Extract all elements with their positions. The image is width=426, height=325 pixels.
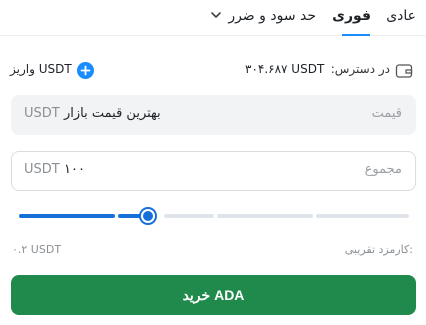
total-label: مجموع: [364, 162, 402, 177]
order-type-tabs: عادی فوری حد سود و ضرر: [0, 0, 426, 36]
slider-track-filled: [19, 214, 115, 218]
tab-take-profit-stop-loss[interactable]: حد سود و ضرر: [228, 4, 316, 28]
price-value: بهترین قیمت بازار: [64, 106, 161, 121]
slider-track-empty: [217, 214, 313, 218]
price-unit: USDT: [24, 106, 60, 121]
fee-value: ۰.۲ USDT: [12, 243, 62, 256]
tab-normal[interactable]: عادی: [386, 4, 416, 28]
wallet-icon: [395, 64, 413, 78]
slider-thumb-dot: [143, 211, 153, 221]
total-value[interactable]: ۱۰۰: [64, 162, 85, 177]
available-label: در دسترس:: [330, 62, 390, 76]
slider-track-empty: [164, 214, 214, 218]
total-unit: USDT: [24, 162, 60, 177]
fee-label: کارمزد تقریبی:: [344, 243, 413, 256]
deposit-usdt-link[interactable]: واریز USDT: [10, 62, 72, 76]
price-label: قیمت: [371, 106, 402, 121]
slider-track-empty: [316, 214, 409, 218]
buy-ada-button[interactable]: خرید ADA: [11, 275, 416, 315]
available-value: ۳۰۴.۶۸۷ USDT: [245, 62, 325, 76]
total-input[interactable]: مجموع ۱۰۰ USDT: [11, 151, 416, 191]
tab-instant[interactable]: فوری: [332, 4, 371, 28]
price-field: قیمت بهترین قیمت بازار USDT: [11, 95, 416, 135]
amount-slider[interactable]: [19, 205, 409, 227]
active-tab-indicator: [342, 34, 370, 36]
chevron-down-icon[interactable]: [209, 8, 223, 22]
estimated-fee-row: کارمزد تقریبی: ۰.۲ USDT: [0, 243, 426, 261]
slider-thumb[interactable]: [139, 207, 157, 225]
plus-circle-icon[interactable]: [77, 62, 94, 79]
available-balance-row: در دسترس: ۳۰۴.۶۸۷ USDT واریز USDT: [0, 60, 426, 82]
